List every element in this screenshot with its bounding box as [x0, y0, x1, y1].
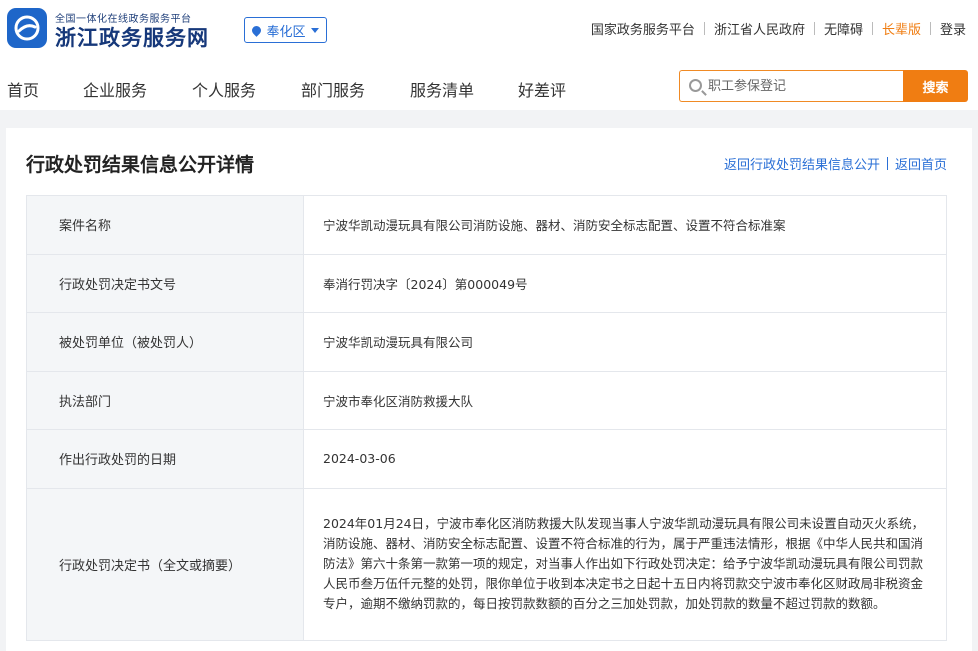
search-icon [689, 79, 702, 92]
search-input[interactable] [708, 72, 898, 100]
divider [871, 22, 873, 35]
nav-home[interactable]: 首页 [7, 77, 39, 101]
caret-down-icon [310, 27, 319, 33]
field-label: 作出行政处罚的日期 [27, 430, 304, 488]
divider [886, 157, 888, 170]
search-button[interactable]: 搜索 [903, 70, 968, 102]
divider [703, 22, 705, 35]
link-accessibility[interactable]: 无障碍 [824, 19, 863, 38]
field-label: 被处罚单位（被处罚人） [27, 313, 304, 371]
nav-rating[interactable]: 好差评 [518, 77, 566, 101]
field-value: 2024年01月24日，宁波市奉化区消防救援大队发现当事人宁波华凯动漫玩具有限公… [323, 516, 925, 611]
back-links: 返回行政处罚结果信息公开 返回首页 [724, 154, 947, 173]
region-selector[interactable]: 奉化区 [244, 17, 327, 43]
detail-row: 作出行政处罚的日期 2024-03-06 [27, 430, 946, 489]
detail-table: 案件名称 宁波华凯动漫玩具有限公司消防设施、器材、消防安全标志配置、设置不符合标… [26, 195, 947, 641]
top-links: 国家政务服务平台 浙江省人民政府 无障碍 长辈版 登录 [591, 19, 966, 38]
field-label: 行政处罚决定书（全文或摘要） [27, 488, 304, 640]
logo-title[interactable]: 浙江政务服务网 [55, 22, 209, 52]
search-bar: 搜索 [679, 70, 968, 102]
link-national-platform[interactable]: 国家政务服务平台 [591, 19, 695, 38]
back-to-home-link[interactable]: 返回首页 [895, 154, 947, 173]
field-label: 行政处罚决定书文号 [27, 254, 304, 312]
link-zhejiang-government[interactable]: 浙江省人民政府 [714, 19, 805, 38]
nav-enterprise-services[interactable]: 企业服务 [83, 77, 147, 101]
login-link[interactable]: 登录 [940, 19, 966, 38]
top-header: 全国一体化在线政务服务平台 浙江政务服务网 奉化区 国家政务服务平台 浙江省人民… [0, 0, 978, 58]
field-value: 宁波华凯动漫玩具有限公司 [323, 335, 474, 351]
field-value: 宁波华凯动漫玩具有限公司消防设施、器材、消防安全标志配置、设置不符合标准案 [323, 218, 786, 234]
back-to-list-link[interactable]: 返回行政处罚结果信息公开 [724, 154, 880, 173]
nav-service-list[interactable]: 服务清单 [410, 77, 474, 101]
detail-row: 被处罚单位（被处罚人） 宁波华凯动漫玩具有限公司 [27, 313, 946, 372]
region-label: 奉化区 [266, 24, 306, 40]
nav-personal-services[interactable]: 个人服务 [192, 77, 256, 101]
site-logo-icon[interactable] [7, 8, 47, 48]
search-field [679, 70, 903, 102]
field-value: 奉消行罚决字〔2024〕第000049号 [323, 276, 528, 292]
divider [929, 22, 931, 35]
field-value: 2024-03-06 [323, 451, 396, 467]
field-label: 案件名称 [27, 196, 304, 254]
location-pin-icon [250, 23, 264, 37]
field-value: 宁波市奉化区消防救援大队 [323, 393, 474, 409]
detail-row: 行政处罚决定书文号 奉消行罚决字〔2024〕第000049号 [27, 254, 946, 313]
content-card: 行政处罚结果信息公开详情 返回行政处罚结果信息公开 返回首页 案件名称 宁波华凯… [6, 128, 972, 651]
detail-row: 案件名称 宁波华凯动漫玩具有限公司消防设施、器材、消防安全标志配置、设置不符合标… [27, 196, 946, 255]
divider [813, 22, 815, 35]
field-label: 执法部门 [27, 371, 304, 429]
detail-row: 执法部门 宁波市奉化区消防救援大队 [27, 371, 946, 430]
link-elder-mode[interactable]: 长辈版 [882, 19, 921, 38]
nav-department-services[interactable]: 部门服务 [301, 77, 365, 101]
page-title: 行政处罚结果信息公开详情 [26, 154, 255, 176]
detail-row: 行政处罚决定书（全文或摘要） 2024年01月24日，宁波市奉化区消防救援大队发… [27, 488, 946, 641]
